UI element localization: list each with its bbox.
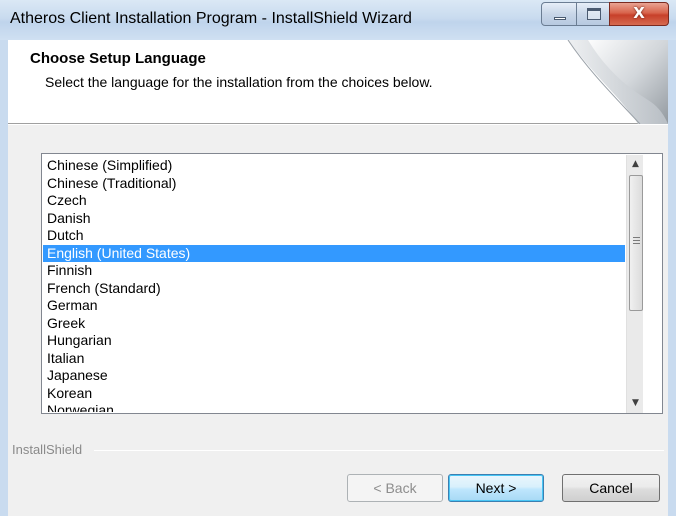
list-item[interactable]: Dutch (43, 227, 625, 245)
window-frame-left (0, 40, 8, 516)
scrollbar-thumb[interactable] (629, 175, 643, 311)
minimize-button[interactable] (541, 2, 577, 26)
wizard-header: Choose Setup Language Select the languag… (8, 40, 668, 124)
grip-line (633, 243, 640, 244)
list-item[interactable]: Hungarian (43, 332, 625, 350)
minimize-icon (554, 17, 566, 20)
installer-window: Atheros Client Installation Program - In… (0, 0, 676, 516)
list-item[interactable]: French (Standard) (43, 280, 625, 298)
grip-line (633, 237, 640, 238)
window-frame-right (668, 40, 676, 516)
close-icon: X (633, 4, 645, 22)
list-item[interactable]: Italian (43, 350, 625, 368)
grip-line (633, 240, 640, 241)
list-item[interactable]: Chinese (Traditional) (43, 175, 625, 193)
page-subtitle: Select the language for the installation… (45, 74, 433, 90)
list-item[interactable]: Finnish (43, 262, 625, 280)
page-title: Choose Setup Language (30, 50, 206, 67)
caption-buttons: X (541, 2, 669, 26)
list-item[interactable]: Czech (43, 192, 625, 210)
close-button[interactable]: X (609, 2, 669, 26)
wizard-body: Chinese (Simplified) Chinese (Traditional… (8, 125, 668, 516)
scroll-up-arrow-icon[interactable]: ▲ (627, 156, 644, 173)
cancel-button[interactable]: Cancel (562, 474, 660, 502)
next-button[interactable]: Next > (448, 474, 544, 502)
window-title: Atheros Client Installation Program - In… (10, 10, 412, 27)
list-item[interactable]: Greek (43, 315, 625, 333)
list-item[interactable]: German (43, 297, 625, 315)
vertical-scrollbar[interactable]: ▲ ▼ (626, 155, 643, 413)
maximize-button[interactable] (576, 2, 610, 26)
list-item[interactable]: Norwegian (43, 402, 625, 412)
page-curl-graphic (567, 40, 668, 124)
installshield-brand: InstallShield (12, 442, 83, 457)
list-item[interactable]: Danish (43, 210, 625, 228)
maximize-icon (587, 8, 601, 20)
list-item[interactable]: English (United States) (43, 244, 625, 262)
footer-divider (94, 450, 664, 451)
language-list: Chinese (Simplified) Chinese (Traditional… (43, 157, 625, 412)
scroll-down-arrow-icon[interactable]: ▼ (627, 395, 644, 412)
list-item[interactable]: Chinese (Simplified) (43, 157, 625, 175)
back-button[interactable]: < Back (347, 474, 443, 502)
title-bar[interactable]: Atheros Client Installation Program - In… (0, 0, 676, 40)
language-listbox[interactable]: Chinese (Simplified) Chinese (Traditional… (41, 153, 663, 414)
list-item[interactable]: Korean (43, 385, 625, 403)
list-item[interactable]: Japanese (43, 367, 625, 385)
